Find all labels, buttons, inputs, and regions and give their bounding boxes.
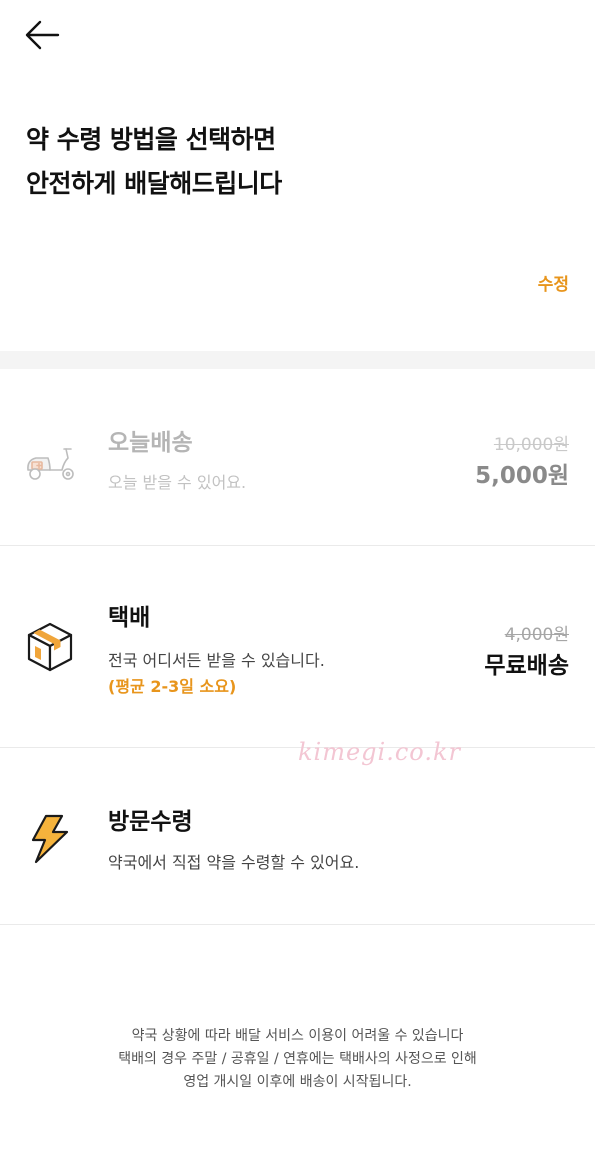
back-button[interactable] bbox=[22, 18, 62, 52]
original-price: 10,000원 bbox=[493, 435, 569, 455]
footer-line-1: 약국 상황에 따라 배달 서비스 이용이 어려울 수 있습니다 bbox=[131, 1028, 464, 1044]
option-description: 전국 어디서든 받을 수 있습니다. bbox=[108, 651, 325, 670]
lightning-icon bbox=[22, 810, 78, 866]
original-price: 4,000원 bbox=[504, 625, 569, 645]
title-line-2: 안전하게 배달해드립니다 bbox=[26, 169, 282, 198]
delivery-option-today[interactable]: 오늘배송 오늘 받을 수 있어요. 10,000원 5,000원 bbox=[0, 369, 595, 546]
option-description: 약국에서 직접 약을 수령할 수 있어요. bbox=[108, 853, 360, 872]
title-line-1: 약 수령 방법을 선택하면 bbox=[26, 125, 276, 154]
option-price: 5,000원 bbox=[475, 463, 569, 489]
option-name: 택배 bbox=[108, 605, 151, 631]
scooter-icon bbox=[22, 434, 78, 490]
edit-button[interactable]: 수정 bbox=[538, 270, 569, 295]
page-title: 약 수령 방법을 선택하면 안전하게 배달해드립니다 bbox=[26, 118, 282, 206]
delivery-option-pickup[interactable]: 방문수령 약국에서 직접 약을 수령할 수 있어요. bbox=[0, 748, 595, 925]
section-divider bbox=[0, 351, 595, 369]
option-name: 방문수령 bbox=[108, 809, 193, 835]
option-description: 오늘 받을 수 있어요. bbox=[108, 473, 247, 492]
option-price: 무료배송 bbox=[484, 653, 569, 679]
arrow-left-icon bbox=[25, 20, 60, 50]
footer-line-2: 택배의 경우 주말 / 공휴일 / 연휴에는 택배사의 사정으로 인해 bbox=[118, 1051, 477, 1067]
footer-line-3: 영업 개시일 이후에 배송이 시작됩니다. bbox=[183, 1074, 412, 1090]
delivery-option-parcel[interactable]: 택배 전국 어디서든 받을 수 있습니다. (평균 2-3일 소요) 4,000… bbox=[0, 546, 595, 748]
package-box-icon bbox=[22, 619, 78, 675]
option-name: 오늘배송 bbox=[108, 430, 193, 456]
footer-notice: 약국 상황에 따라 배달 서비스 이용이 어려울 수 있습니다 택배의 경우 주… bbox=[0, 1025, 595, 1094]
delivery-duration-note: (평균 2-3일 소요) bbox=[108, 677, 237, 696]
